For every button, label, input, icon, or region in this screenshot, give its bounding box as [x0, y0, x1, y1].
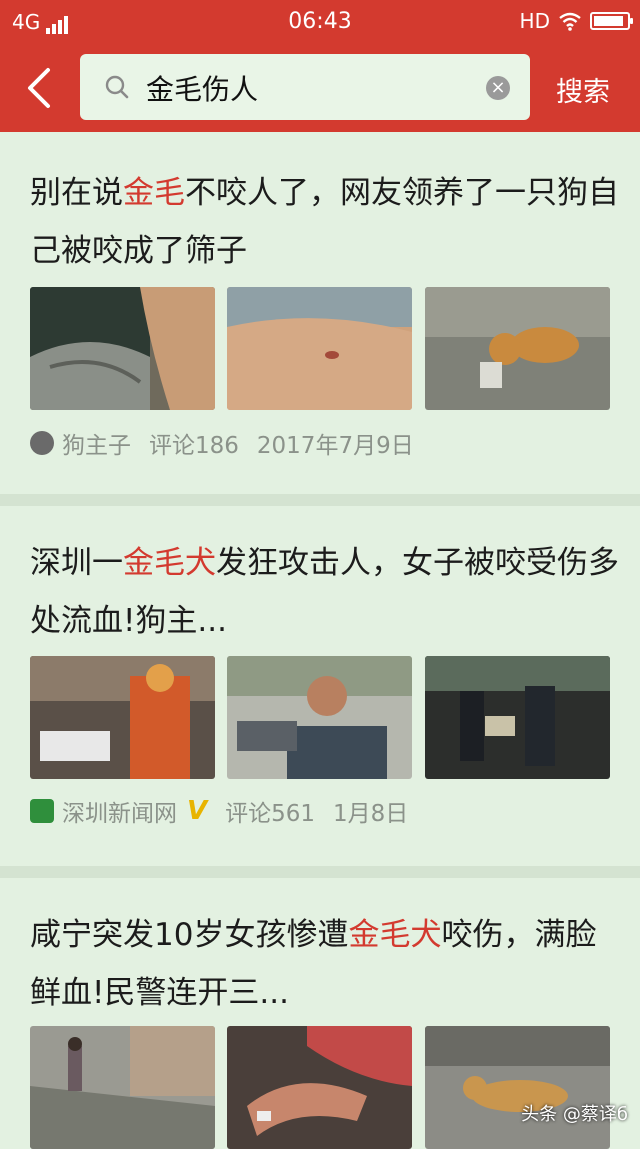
- title-highlight: 金毛犬: [123, 545, 216, 581]
- thumbnail-image[interactable]: [227, 1026, 412, 1149]
- article-title[interactable]: 别在说金毛不咬人了，网友领养了一只狗自己被咬成了筛子: [30, 164, 620, 280]
- battery-level: [594, 16, 623, 26]
- comment-count: 评论561: [225, 801, 316, 827]
- list-item[interactable]: 咸宁突发10岁女孩惨遭金毛犬咬伤，满脸鲜血!民警连开三...: [0, 878, 640, 1149]
- title-text: 咸宁突发10岁女孩惨遭: [30, 917, 349, 953]
- title-text: 深圳一: [30, 545, 123, 581]
- thumbnail-image[interactable]: [30, 656, 215, 779]
- article-title[interactable]: 咸宁突发10岁女孩惨遭金毛犬咬伤，满脸鲜血!民警连开三...: [30, 906, 620, 1022]
- status-bar: 4G 06:43 HD: [0, 0, 640, 44]
- divider: [0, 494, 640, 506]
- thumbnail-image[interactable]: [425, 1026, 610, 1149]
- search-button[interactable]: 搜索: [556, 70, 610, 109]
- list-item[interactable]: 深圳一金毛犬发狂攻击人，女子被咬受伤多处流血!狗主... 深圳新闻网 V 评论5…: [0, 506, 640, 866]
- article-meta: 狗主子 评论186 2017年7月9日: [30, 426, 414, 460]
- back-arrow-icon[interactable]: [16, 62, 64, 114]
- wifi-icon: [559, 12, 581, 31]
- search-query[interactable]: 金毛伤人: [146, 68, 258, 108]
- title-highlight: 金毛: [123, 175, 185, 211]
- thumbnail-image[interactable]: [227, 287, 412, 410]
- list-item[interactable]: 别在说金毛不咬人了，网友领养了一只狗自己被咬成了筛子 狗主子 评论186 201…: [0, 132, 640, 494]
- title-highlight: 金毛犬: [348, 917, 442, 953]
- publish-date: 2017年7月9日: [256, 433, 414, 459]
- thumbnail-image[interactable]: [425, 656, 610, 779]
- search-icon: [105, 75, 129, 99]
- watermark: 头条 @蔡译б: [521, 1104, 628, 1125]
- title-text: 别在说: [30, 175, 123, 211]
- hd-label: HD: [519, 9, 550, 33]
- verified-badge: V: [187, 796, 208, 826]
- avatar: [30, 799, 54, 823]
- clear-icon[interactable]: ×: [486, 76, 510, 100]
- thumbnail-row[interactable]: [30, 1026, 610, 1149]
- thumbnail-image[interactable]: [30, 287, 215, 410]
- thumbnail-image[interactable]: [30, 1026, 215, 1149]
- divider: [0, 866, 640, 878]
- battery-icon: [590, 12, 633, 30]
- article-title[interactable]: 深圳一金毛犬发狂攻击人，女子被咬受伤多处流血!狗主...: [30, 534, 620, 650]
- publish-date: 1月8日: [333, 801, 409, 827]
- comment-count: 评论186: [149, 433, 239, 459]
- source-name[interactable]: 深圳新闻网: [62, 794, 177, 828]
- top-bar: 4G 06:43 HD 金毛伤人 × 搜索: [0, 0, 640, 132]
- thumbnail-image[interactable]: [425, 287, 610, 410]
- avatar: [30, 431, 54, 455]
- article-meta: 深圳新闻网 V 评论561 1月8日: [30, 794, 409, 828]
- search-input[interactable]: 金毛伤人 ×: [80, 54, 530, 120]
- source-name[interactable]: 狗主子: [62, 426, 131, 460]
- thumbnail-row[interactable]: [30, 656, 610, 779]
- thumbnail-image[interactable]: [227, 656, 412, 779]
- status-icons: HD: [519, 9, 633, 33]
- thumbnail-row[interactable]: [30, 287, 610, 410]
